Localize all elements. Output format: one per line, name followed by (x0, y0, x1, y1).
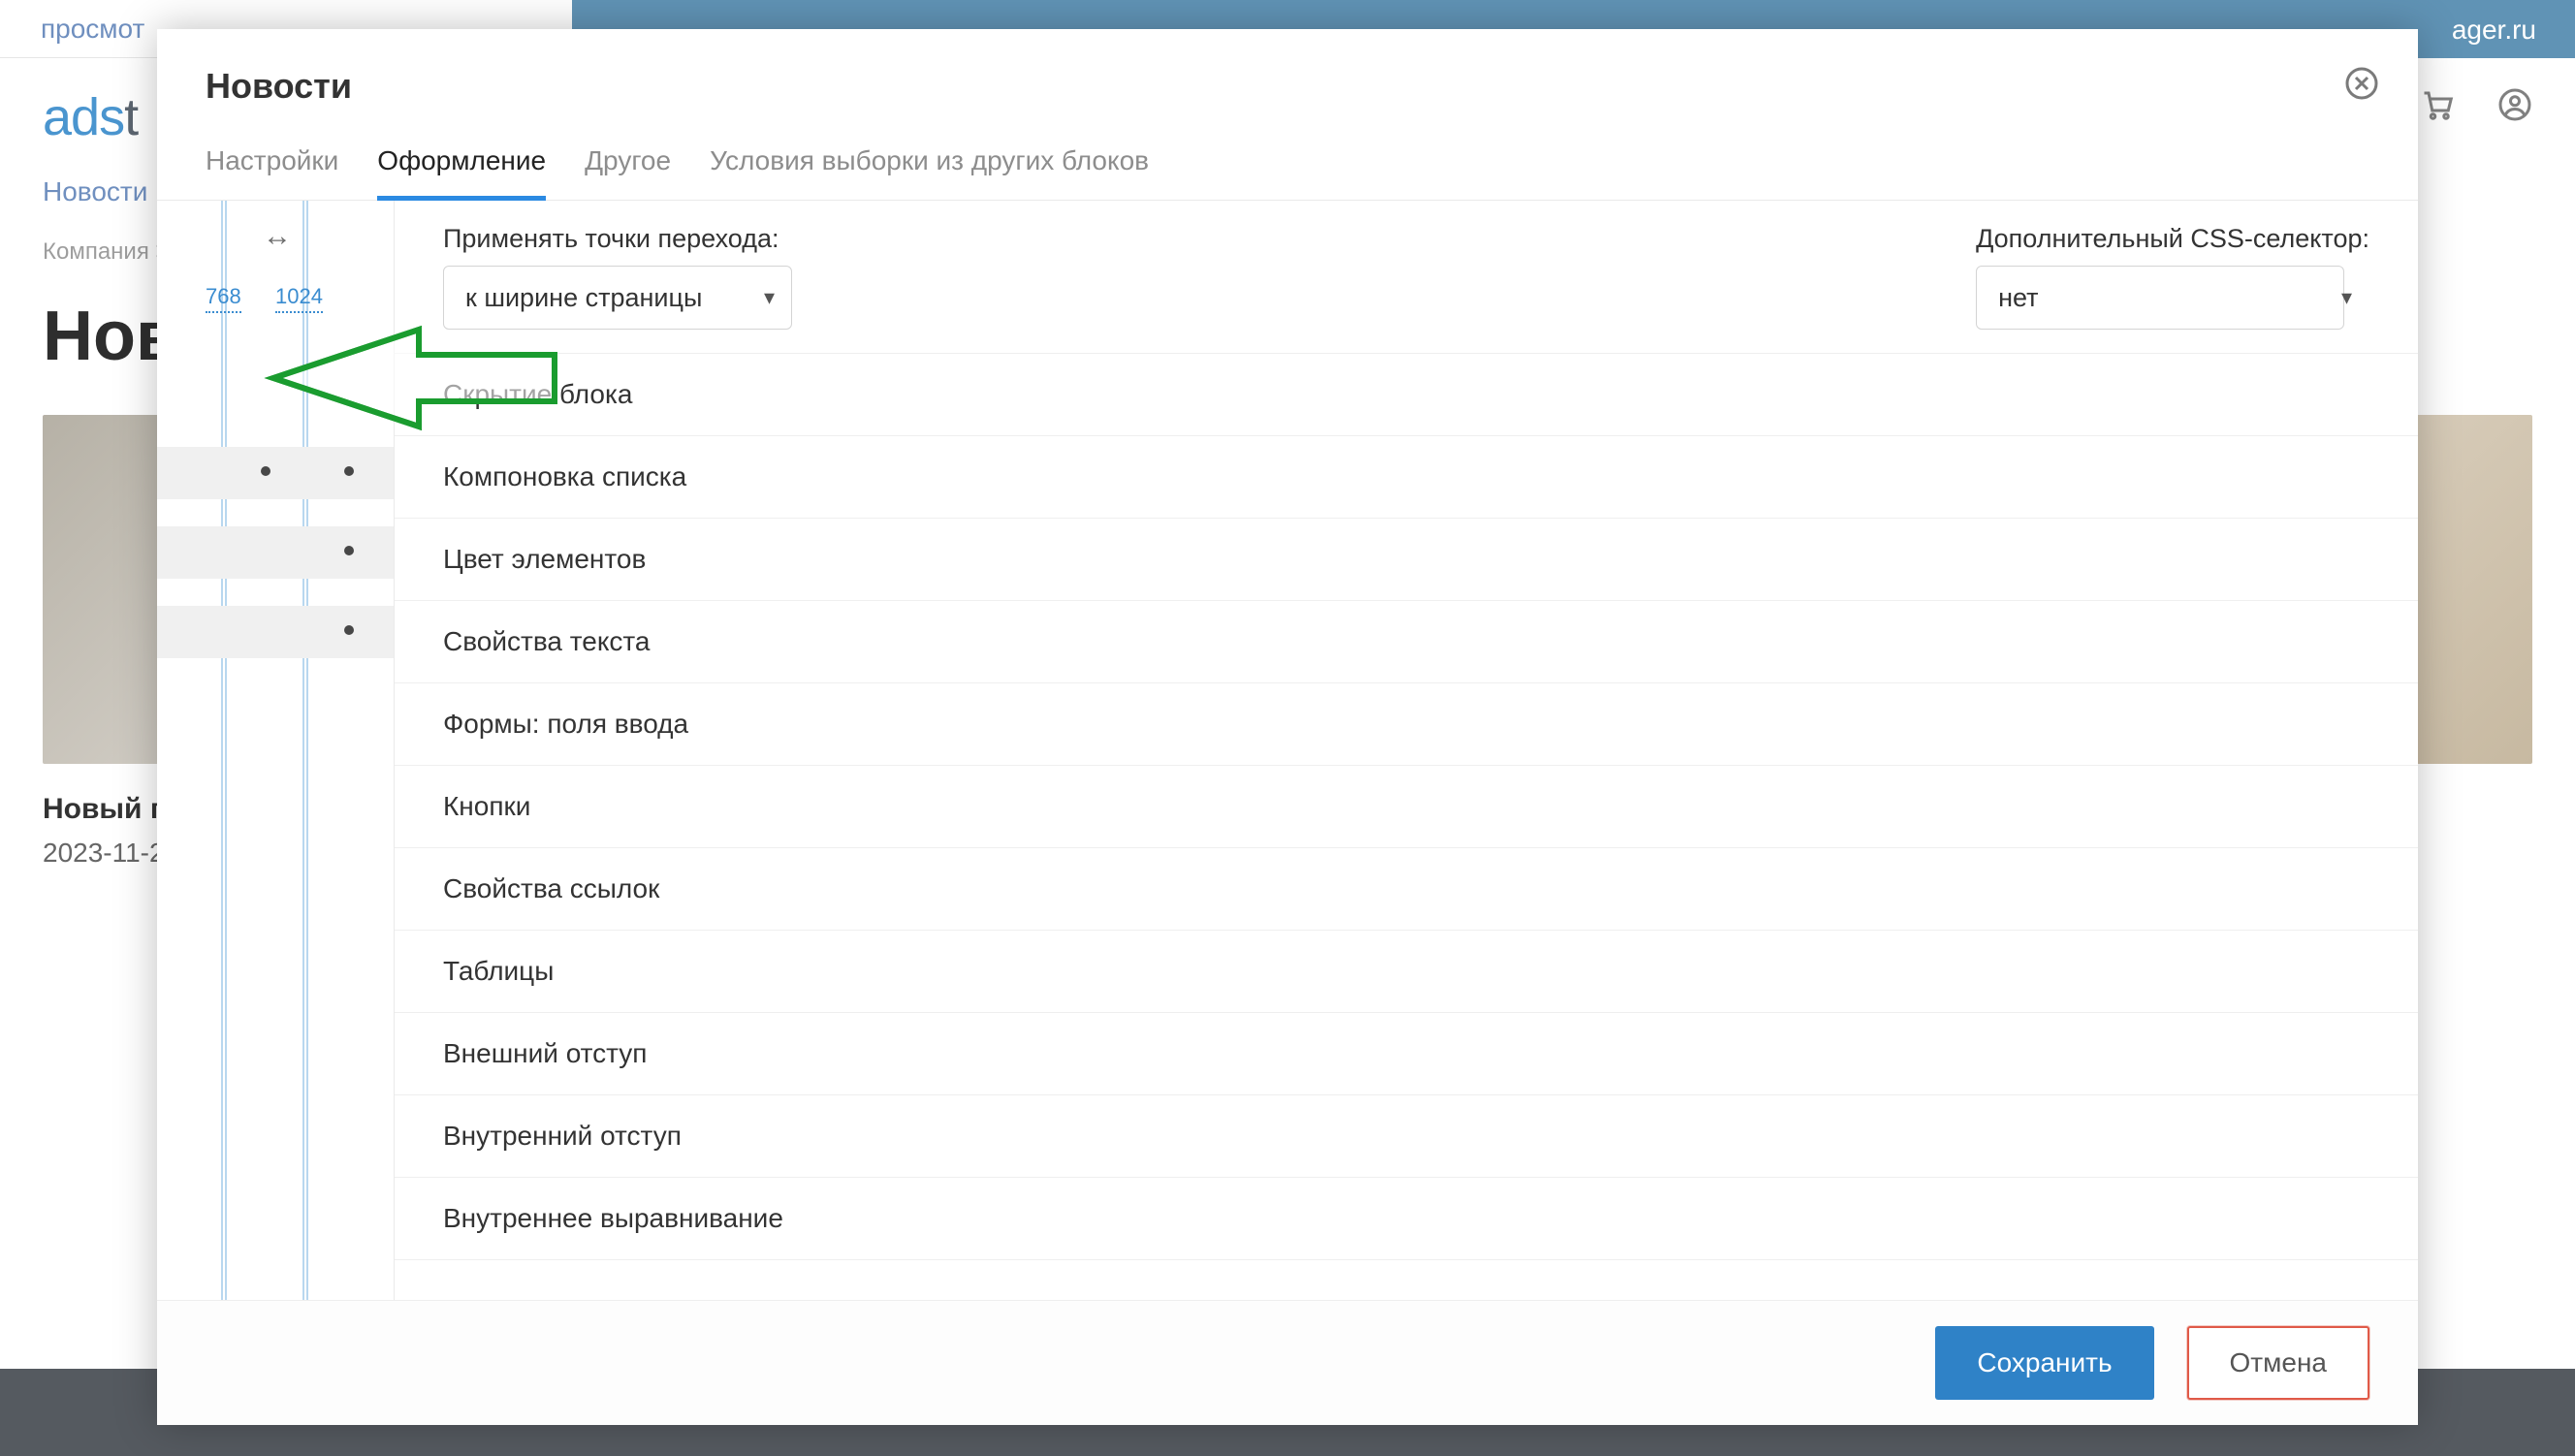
settings-panel: Применять точки перехода: к ширине стран… (394, 201, 2418, 1300)
option-inner-align[interactable]: Внутреннее выравнивание (395, 1178, 2418, 1260)
tab-styling[interactable]: Оформление (377, 132, 546, 201)
breakpoint-dot[interactable] (344, 546, 354, 555)
tab-conditions[interactable]: Условия выборки из других блоков (710, 132, 1149, 200)
rail-row[interactable] (157, 433, 394, 513)
option-padding[interactable]: Внутренний отступ (395, 1095, 2418, 1178)
settings-top-row: Применять точки перехода: к ширине стран… (395, 201, 2418, 353)
modal-dialog: Новости Настройки Оформление Другое Усло… (157, 29, 2418, 1425)
option-buttons[interactable]: Кнопки (395, 766, 2418, 848)
breakpoint-tick-768[interactable]: 768 (206, 284, 241, 313)
option-margin[interactable]: Внешний отступ (395, 1013, 2418, 1095)
modal-title: Новости (157, 29, 2418, 132)
apply-points-field: Применять точки перехода: к ширине стран… (443, 224, 792, 330)
css-selector-field: Дополнительный CSS-селектор: нет (1976, 224, 2369, 330)
option-hide-block[interactable]: Скрытие блока (395, 353, 2418, 436)
modal-footer: Сохранить Отмена (157, 1300, 2418, 1425)
css-selector-select[interactable]: нет (1976, 266, 2344, 330)
cancel-button[interactable]: Отмена (2187, 1326, 2369, 1400)
modal-body: ↔ 768 1024 (157, 201, 2418, 1300)
breakpoint-tick-1024[interactable]: 1024 (275, 284, 323, 313)
breakpoint-dot[interactable] (344, 625, 354, 635)
apply-points-select[interactable]: к ширине страницы (443, 266, 792, 330)
apply-points-label: Применять точки перехода: (443, 224, 792, 254)
rail-rows (157, 354, 394, 672)
option-form-inputs[interactable]: Формы: поля ввода (395, 683, 2418, 766)
rail-row[interactable] (157, 513, 394, 592)
option-text-properties[interactable]: Свойства текста (395, 601, 2418, 683)
breakpoint-dot[interactable] (261, 466, 270, 476)
save-button[interactable]: Сохранить (1935, 1326, 2153, 1400)
css-selector-label: Дополнительный CSS-селектор: (1976, 224, 2369, 254)
breakpoint-rail: ↔ 768 1024 (157, 201, 394, 1300)
modal-tabs: Настройки Оформление Другое Условия выбо… (157, 132, 2418, 201)
tab-other[interactable]: Другое (585, 132, 671, 200)
rail-row (157, 354, 394, 433)
rail-row[interactable] (157, 592, 394, 672)
modal-overlay: Новости Настройки Оформление Другое Усло… (0, 0, 2575, 1456)
style-options-list: Скрытие блока Компоновка списка Цвет эле… (395, 353, 2418, 1300)
option-tables[interactable]: Таблицы (395, 931, 2418, 1013)
option-link-properties[interactable]: Свойства ссылок (395, 848, 2418, 931)
close-icon[interactable] (2344, 66, 2379, 101)
tab-settings[interactable]: Настройки (206, 132, 338, 200)
option-element-color[interactable]: Цвет элементов (395, 519, 2418, 601)
breakpoint-dot[interactable] (344, 466, 354, 476)
option-list-layout[interactable]: Компоновка списка (395, 436, 2418, 519)
